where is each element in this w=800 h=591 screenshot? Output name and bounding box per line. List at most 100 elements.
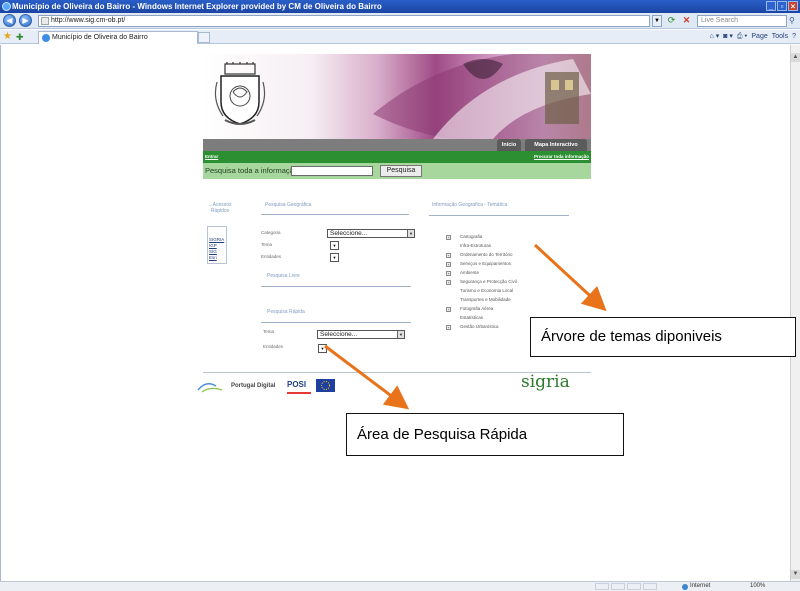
- quick-search-callout: Área de Pesquisa Rápida: [346, 413, 624, 456]
- refresh-icon[interactable]: ⟳: [666, 15, 677, 26]
- tab-mapa-interactivo[interactable]: Mapa Interactivo: [525, 139, 587, 151]
- scroll-down-icon[interactable]: ▼: [791, 570, 800, 579]
- status-panel: [643, 583, 657, 590]
- back-button[interactable]: ◀: [3, 14, 16, 27]
- search-icon[interactable]: ⚲: [789, 15, 798, 26]
- geo-theme-label: Tema: [261, 242, 273, 247]
- live-search-input[interactable]: Live Search: [697, 15, 787, 27]
- quick-link-esri[interactable]: Esri: [209, 255, 217, 261]
- theme-tree-item[interactable]: Transportes e Mobilidade: [460, 297, 511, 303]
- quick-links-title: ...Acessos Rápidos: [208, 202, 232, 214]
- posi-logo: POSI: [287, 380, 311, 394]
- geo-entities-select[interactable]: ▼: [330, 253, 339, 262]
- expand-icon[interactable]: +: [446, 325, 451, 330]
- favorites-star-icon[interactable]: ★: [3, 31, 12, 43]
- status-bar: Internet 100%: [0, 581, 800, 591]
- free-search-title: Pesquisa Livre: [267, 273, 300, 279]
- vertical-scrollbar[interactable]: ▲ ▼: [790, 45, 800, 581]
- geo-category-label: Categoria: [261, 230, 281, 235]
- search-all-link[interactable]: Procurar toda informação: [534, 151, 589, 163]
- address-url: http://www.sig.cm-ob.pt/: [51, 17, 126, 24]
- thematic-title: Informação Geográfica - Temática: [432, 202, 508, 208]
- status-panel: [611, 583, 625, 590]
- expand-icon[interactable]: +: [446, 235, 451, 240]
- geo-search-title: Pesquisa Geográfica: [265, 202, 312, 208]
- theme-tree-item[interactable]: Turismo e Economia Local: [460, 288, 513, 294]
- eu-flag-icon: [316, 379, 335, 392]
- home-icon[interactable]: ⌂ ▾: [710, 31, 720, 43]
- address-input[interactable]: http://www.sig.cm-ob.pt/: [38, 15, 650, 27]
- status-panel: [595, 583, 609, 590]
- theme-tree-item[interactable]: Cartografia: [460, 234, 482, 240]
- theme-tree-item[interactable]: Fotografia Aérea: [460, 306, 493, 312]
- expand-icon[interactable]: +: [446, 271, 451, 276]
- feeds-icon[interactable]: ◙ ▾: [723, 31, 733, 43]
- theme-tree-item[interactable]: Estatísticas: [460, 315, 483, 321]
- status-zoom[interactable]: 100%: [750, 582, 798, 591]
- window-titlebar: Município de Oliveira do Bairro - Window…: [0, 0, 800, 13]
- add-favorites-icon[interactable]: ✚: [16, 31, 24, 43]
- global-search-button[interactable]: Pesquisa: [380, 165, 422, 177]
- green-link-bar: Entrar Procurar toda informação: [203, 151, 591, 163]
- forward-button[interactable]: ▶: [19, 14, 32, 27]
- compete-logo: [196, 380, 226, 394]
- tools-menu[interactable]: Tools: [772, 31, 788, 43]
- geo-category-value: Seleccione...: [330, 230, 368, 237]
- login-link[interactable]: Entrar: [205, 151, 218, 163]
- expand-icon[interactable]: +: [446, 307, 451, 312]
- theme-tree-item[interactable]: Gestão Urbanística: [460, 324, 499, 330]
- chevron-down-icon: ▼: [397, 331, 404, 338]
- new-tab-button[interactable]: [198, 32, 210, 43]
- theme-tree-item[interactable]: Ordenamento do Território: [460, 252, 512, 258]
- minimize-icon[interactable]: _: [766, 1, 776, 11]
- quick-entities-label: Entidades: [263, 344, 284, 349]
- page-menu[interactable]: Page: [751, 31, 767, 43]
- stop-icon[interactable]: ✕: [681, 15, 692, 26]
- global-search-label: Pesquisa toda a informação:: [205, 166, 301, 175]
- sigria-logo: sigria: [521, 372, 570, 392]
- geo-entities-label: Entidades: [261, 254, 282, 259]
- theme-tree-item[interactable]: Infra-Estruturas: [460, 243, 491, 249]
- page-icon: [41, 17, 49, 25]
- quick-theme-label: Tema: [263, 329, 275, 334]
- chevron-down-icon: ▼: [407, 230, 414, 237]
- municipal-crest-icon: [214, 62, 266, 125]
- status-panels: [595, 583, 657, 590]
- maximize-icon[interactable]: ▫: [777, 1, 787, 11]
- portugal-digital-logo: Portugal Digital: [231, 383, 276, 389]
- address-dropdown-icon[interactable]: ▼: [652, 15, 662, 27]
- window-title: Município de Oliveira do Bairro - Window…: [12, 2, 382, 11]
- quick-theme-select[interactable]: Seleccione... ▼: [317, 330, 405, 339]
- scroll-up-icon[interactable]: ▲: [791, 53, 800, 62]
- divider: [261, 322, 411, 323]
- divider: [261, 214, 409, 215]
- quick-entities-select[interactable]: ▼: [318, 344, 327, 353]
- theme-tree-item[interactable]: Ambiente: [460, 270, 479, 276]
- tab-page-icon: [42, 34, 50, 42]
- theme-tree-item[interactable]: Serviços e Equipamentos: [460, 261, 511, 267]
- expand-icon[interactable]: +: [446, 280, 451, 285]
- expand-icon[interactable]: +: [446, 262, 451, 267]
- site-banner: [203, 54, 591, 139]
- divider: [429, 215, 569, 216]
- print-icon[interactable]: ⎙ ▾: [737, 31, 748, 43]
- live-search-placeholder: Live Search: [701, 17, 738, 24]
- help-icon[interactable]: ?: [792, 31, 796, 43]
- tab-inicio[interactable]: Início: [497, 139, 521, 151]
- theme-tree-item[interactable]: Segurança e Protecção Civil: [460, 279, 517, 285]
- geo-theme-select[interactable]: ▼: [330, 241, 339, 250]
- close-icon[interactable]: ×: [788, 1, 798, 11]
- global-search-bar: Pesquisa toda a informação: Pesquisa: [203, 163, 591, 179]
- tab-title: Município de Oliveira do Bairro: [52, 34, 148, 41]
- tab-current[interactable]: Município de Oliveira do Bairro: [38, 31, 198, 44]
- geo-category-select[interactable]: Seleccione... ▼: [327, 229, 415, 238]
- divider: [261, 286, 411, 287]
- quick-theme-value: Seleccione...: [320, 331, 358, 338]
- status-panel: [627, 583, 641, 590]
- ie-logo-icon: [2, 2, 11, 11]
- quick-search-title: Pesquisa Rápida: [267, 309, 305, 315]
- address-bar: ◀ ▶ http://www.sig.cm-ob.pt/ ▼ ⟳ ✕ Live …: [0, 13, 800, 29]
- global-search-input[interactable]: [291, 166, 373, 176]
- command-bar: ⌂ ▾ ◙ ▾ ⎙ ▾ Page Tools ?: [710, 31, 796, 43]
- expand-icon[interactable]: +: [446, 253, 451, 258]
